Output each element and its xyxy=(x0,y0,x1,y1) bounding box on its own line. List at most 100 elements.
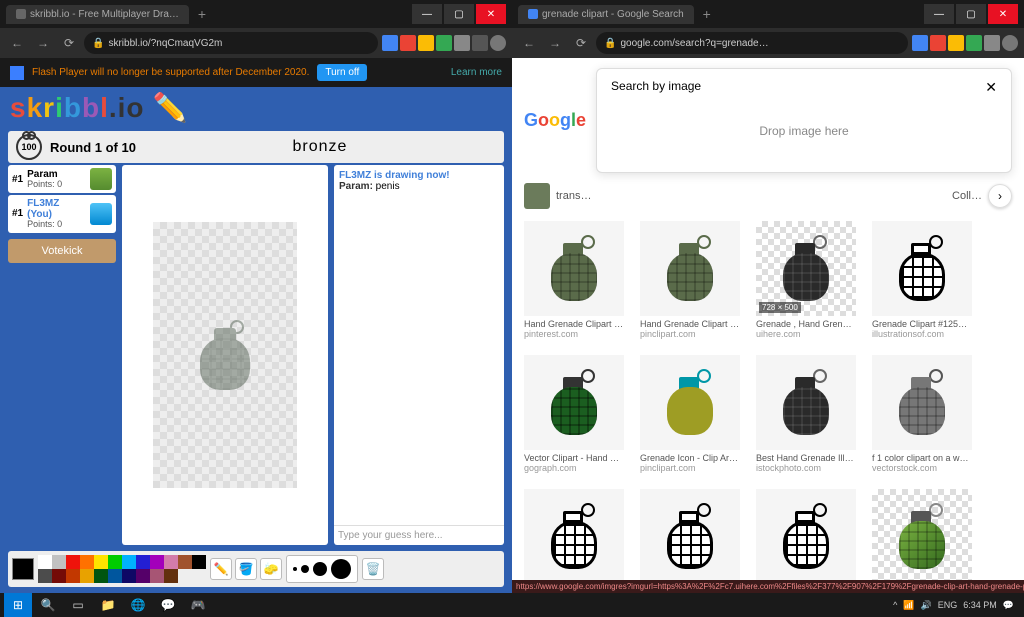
chat-input[interactable]: Type your guess here... xyxy=(334,525,504,545)
search-icon[interactable]: 🔍 xyxy=(34,593,62,617)
back-button[interactable]: ← xyxy=(6,32,28,54)
color-swatch[interactable] xyxy=(94,569,108,583)
color-swatch[interactable] xyxy=(66,555,80,569)
color-swatch[interactable] xyxy=(52,555,66,569)
brush-sizes[interactable] xyxy=(286,555,358,583)
tray-icon[interactable]: 📶 xyxy=(903,600,914,611)
right-url-field[interactable]: 🔒 google.com/search?q=grenade… xyxy=(596,32,908,54)
color-swatch[interactable] xyxy=(136,569,150,583)
extension-icon[interactable] xyxy=(436,35,452,51)
tray-icon[interactable]: 🔊 xyxy=(921,600,932,611)
color-swatch[interactable] xyxy=(164,555,178,569)
back-button[interactable]: ← xyxy=(518,32,540,54)
status-bar-url: https://www.google.com/imgres?imgurl=htt… xyxy=(512,580,1024,593)
image-result[interactable] xyxy=(524,489,624,587)
image-result[interactable]: Best Hand Grenade Illustrations …istockp… xyxy=(756,355,856,473)
right-tab[interactable]: grenade clipart - Google Search xyxy=(518,5,694,24)
learn-more-link[interactable]: Learn more xyxy=(451,67,502,78)
extension-icon[interactable] xyxy=(930,35,946,51)
fill-tool-icon[interactable]: 🪣 xyxy=(235,558,257,580)
color-swatch[interactable] xyxy=(52,569,66,583)
extension-icon[interactable] xyxy=(400,35,416,51)
reload-button[interactable]: ⟳ xyxy=(570,32,592,54)
color-swatch[interactable] xyxy=(150,569,164,583)
image-result[interactable]: Vector Clipart - Hand grenade …gograph.c… xyxy=(524,355,624,473)
color-swatch[interactable] xyxy=(66,569,80,583)
eraser-tool-icon[interactable]: 🧽 xyxy=(260,558,282,580)
color-palette[interactable] xyxy=(38,555,206,583)
color-swatch[interactable] xyxy=(108,555,122,569)
profile-avatar[interactable] xyxy=(1002,35,1018,51)
votekick-button[interactable]: Votekick xyxy=(8,239,116,263)
tray-icon[interactable]: ^ xyxy=(893,600,897,610)
close-icon[interactable]: ✕ xyxy=(985,79,997,96)
reload-button[interactable]: ⟳ xyxy=(58,32,80,54)
extension-icon[interactable] xyxy=(418,35,434,51)
extension-icon[interactable] xyxy=(912,35,928,51)
image-drop-zone[interactable]: Drop image here xyxy=(611,100,997,162)
left-titlebar: skribbl.io - Free Multiplayer Dra… + — ▢… xyxy=(0,0,512,28)
image-result[interactable]: 728 × 500Grenade , Hand Grenade PNG clip… xyxy=(756,221,856,339)
minimize-button[interactable]: — xyxy=(924,4,954,24)
taskbar-app-icon[interactable]: 🌐 xyxy=(124,593,152,617)
drawing-canvas[interactable] xyxy=(122,165,328,545)
image-result[interactable]: f 1 color clipart on a white Vector I…ve… xyxy=(872,355,972,473)
clock[interactable]: 6:34 PM xyxy=(963,600,997,610)
maximize-button[interactable]: ▢ xyxy=(444,4,474,24)
color-swatch[interactable] xyxy=(192,555,206,569)
close-button[interactable]: ✕ xyxy=(988,4,1018,24)
image-results-grid: Hand Grenade Clipart | …pinterest.comHan… xyxy=(512,215,1024,593)
color-swatch[interactable] xyxy=(136,555,150,569)
result-thumb[interactable] xyxy=(524,183,550,209)
color-swatch[interactable] xyxy=(38,555,52,569)
image-result[interactable]: Hand Grenade Clipart | …pinterest.com xyxy=(524,221,624,339)
color-swatch[interactable] xyxy=(80,569,94,583)
left-tab[interactable]: skribbl.io - Free Multiplayer Dra… xyxy=(6,5,189,24)
taskbar-app-icon[interactable]: 💬 xyxy=(154,593,182,617)
color-swatch[interactable] xyxy=(164,569,178,583)
forward-button[interactable]: → xyxy=(544,32,566,54)
color-swatch[interactable] xyxy=(122,555,136,569)
chevron-right-icon[interactable]: › xyxy=(988,184,1012,208)
color-swatch[interactable] xyxy=(94,555,108,569)
close-button[interactable]: ✕ xyxy=(476,4,506,24)
taskbar-app-icon[interactable]: 🎮 xyxy=(184,593,212,617)
clear-tool-icon[interactable]: 🗑️ xyxy=(362,558,384,580)
extension-icon[interactable] xyxy=(454,35,470,51)
image-result[interactable] xyxy=(756,489,856,587)
system-tray[interactable]: ^ 📶 🔊 ENG 6:34 PM 💬 xyxy=(893,600,1020,611)
turn-off-button[interactable]: Turn off xyxy=(317,64,367,81)
pencil-tool-icon[interactable]: ✏️ xyxy=(210,558,232,580)
filter-chip[interactable]: trans… xyxy=(556,190,591,202)
color-swatch[interactable] xyxy=(178,555,192,569)
image-result[interactable]: Grenade Icon - Clip Art - …pinclipart.co… xyxy=(640,355,740,473)
collections-link[interactable]: Coll… xyxy=(952,190,982,202)
left-url-field[interactable]: 🔒 skribbl.io/?nqCmaqVG2m xyxy=(84,32,378,54)
extension-icon[interactable] xyxy=(472,35,488,51)
color-swatch[interactable] xyxy=(150,555,164,569)
color-swatch[interactable] xyxy=(122,569,136,583)
extension-icon[interactable] xyxy=(984,35,1000,51)
image-result[interactable]: Grenade Clipart #1252351 - …illustration… xyxy=(872,221,972,339)
language-indicator[interactable]: ENG xyxy=(938,600,958,610)
profile-avatar[interactable] xyxy=(490,35,506,51)
maximize-button[interactable]: ▢ xyxy=(956,4,986,24)
color-swatch[interactable] xyxy=(38,569,52,583)
minimize-button[interactable]: — xyxy=(412,4,442,24)
new-tab-button[interactable]: + xyxy=(193,5,211,23)
extension-icon[interactable] xyxy=(382,35,398,51)
color-swatch[interactable] xyxy=(108,569,122,583)
task-view-icon[interactable]: ▭ xyxy=(64,593,92,617)
taskbar-app-icon[interactable]: 📁 xyxy=(94,593,122,617)
notifications-icon[interactable]: 💬 xyxy=(1003,600,1014,611)
new-tab-button[interactable]: + xyxy=(698,5,716,23)
forward-button[interactable]: → xyxy=(32,32,54,54)
image-result[interactable]: Hand Grenade Clipart Grena…pinclipart.co… xyxy=(640,221,740,339)
image-result[interactable] xyxy=(640,489,740,587)
plugin-icon xyxy=(10,66,24,80)
extension-icon[interactable] xyxy=(966,35,982,51)
color-swatch[interactable] xyxy=(80,555,94,569)
image-result[interactable] xyxy=(872,489,972,587)
start-button[interactable]: ⊞ xyxy=(4,593,32,617)
extension-icon[interactable] xyxy=(948,35,964,51)
